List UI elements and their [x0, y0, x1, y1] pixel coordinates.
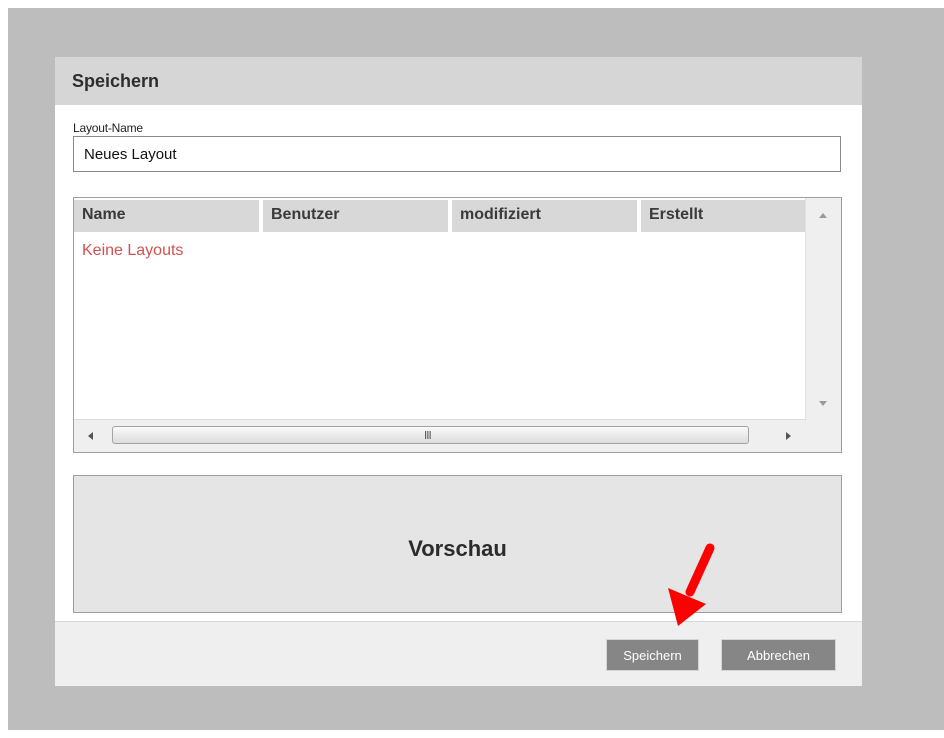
save-button[interactable]: Speichern [606, 639, 699, 671]
save-layout-dialog: Speichern Layout-Name Name Benutzer modi… [55, 57, 862, 686]
red-arrow-icon [668, 543, 715, 626]
scroll-grip-icon: III [424, 429, 432, 442]
dialog-header: Speichern [55, 57, 862, 105]
scrollbar-corner [806, 419, 841, 452]
column-header-erstellt[interactable]: Erstellt [641, 200, 806, 232]
scroll-left-icon[interactable] [88, 432, 93, 440]
scroll-right-icon[interactable] [786, 432, 791, 440]
scroll-down-icon[interactable] [819, 401, 827, 406]
table-header: Name Benutzer modifiziert Erstellt [74, 198, 806, 232]
preview-panel: Vorschau [73, 475, 842, 613]
vertical-scrollbar[interactable] [805, 198, 841, 419]
horizontal-scrollbar[interactable]: III [74, 419, 806, 452]
layout-name-label: Layout-Name [73, 121, 143, 135]
scroll-up-icon[interactable] [819, 213, 827, 218]
column-header-benutzer[interactable]: Benutzer [263, 200, 448, 232]
layouts-table: Name Benutzer modifiziert Erstellt Keine… [73, 197, 842, 453]
layout-name-input[interactable] [73, 136, 841, 172]
dialog-footer: Speichern Abbrechen [55, 621, 862, 686]
column-header-modifiziert[interactable]: modifiziert [452, 200, 637, 232]
column-header-name[interactable]: Name [74, 200, 259, 232]
preview-label: Vorschau [408, 536, 507, 561]
horizontal-scroll-thumb[interactable]: III [112, 426, 749, 444]
cancel-button[interactable]: Abbrechen [721, 639, 836, 671]
dialog-title: Speichern [72, 71, 160, 91]
empty-table-message: Keine Layouts [82, 242, 184, 259]
